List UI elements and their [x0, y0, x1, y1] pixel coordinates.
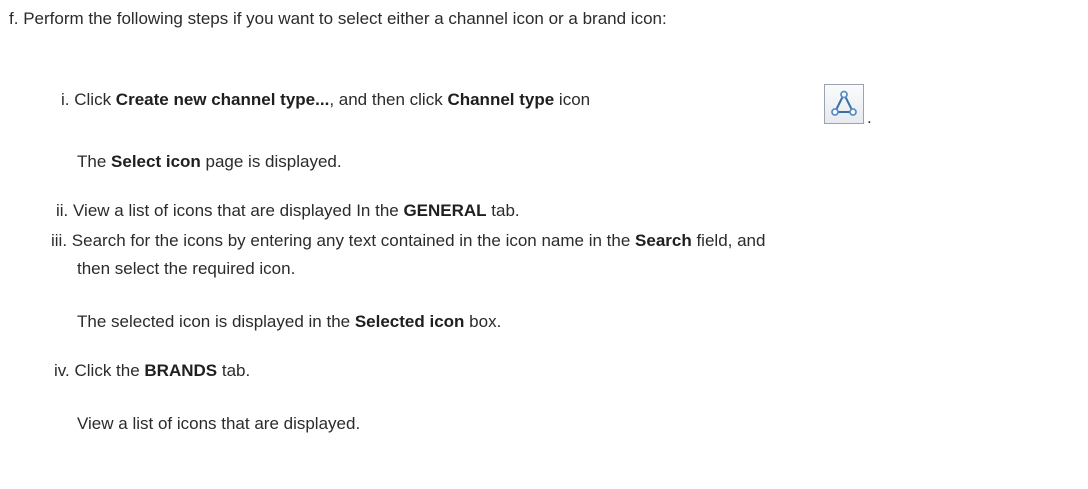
step-f: f. Perform the following steps if you wa…: [9, 7, 667, 31]
step-f-text: Perform the following steps if you want …: [23, 9, 667, 28]
step-iii-text-1: Search for the icons by entering any tex…: [71, 231, 636, 250]
step-iii-continuation: then select the required icon.: [77, 257, 295, 281]
step-iii-result-prefix: The selected icon is displayed in the: [77, 312, 355, 331]
step-ii: ii. View a list of icons that are displa…: [56, 199, 520, 223]
step-i-result-suffix: page is displayed.: [200, 152, 342, 171]
selected-icon-label: Selected icon: [354, 312, 465, 331]
step-i-text-3: icon: [554, 90, 591, 109]
step-iv-text-1: Click the: [74, 361, 145, 380]
step-i-result: The Select icon page is displayed.: [77, 150, 342, 174]
step-iii-marker: iii.: [51, 231, 68, 250]
channel-type-label: Channel type: [447, 90, 555, 109]
step-ii-text-2: tab.: [486, 201, 520, 220]
step-iv-marker: iv.: [54, 361, 70, 380]
step-iv: iv. Click the BRANDS tab.: [54, 359, 250, 383]
create-new-channel-type-label: Create new channel type...: [115, 90, 330, 109]
step-iii: iii. Search for the icons by entering an…: [51, 229, 765, 253]
step-i-marker: i.: [61, 90, 70, 109]
step-iii-result: The selected icon is displayed in the Se…: [77, 310, 501, 334]
step-i-text-1: Click: [74, 90, 116, 109]
step-iii-text-2: field, and: [691, 231, 766, 250]
step-iii-result-suffix: box.: [464, 312, 502, 331]
brands-tab-label: BRANDS: [144, 361, 218, 380]
step-i-result-prefix: The: [77, 152, 112, 171]
step-ii-marker: ii.: [56, 201, 69, 220]
step-iv-text-2: tab.: [217, 361, 251, 380]
step-i-text-2: , and then click: [329, 90, 448, 109]
step-f-marker: f.: [9, 9, 19, 28]
step-i-period: .: [867, 108, 872, 127]
step-ii-text-1: View a list of icons that are displayed …: [73, 201, 404, 220]
select-icon-label: Select icon: [111, 152, 201, 171]
channel-type-icon: [824, 84, 864, 124]
channel-type-icon-graphic: [831, 90, 857, 116]
step-iii-text-3: then select the required icon.: [77, 259, 296, 278]
general-tab-label: GENERAL: [403, 201, 487, 220]
step-i: i. Click Create new channel type..., and…: [61, 88, 590, 112]
search-field-label: Search: [635, 231, 692, 250]
step-iv-result-text: View a list of icons that are displayed.: [77, 414, 361, 433]
step-iv-result: View a list of icons that are displayed.: [77, 412, 360, 436]
